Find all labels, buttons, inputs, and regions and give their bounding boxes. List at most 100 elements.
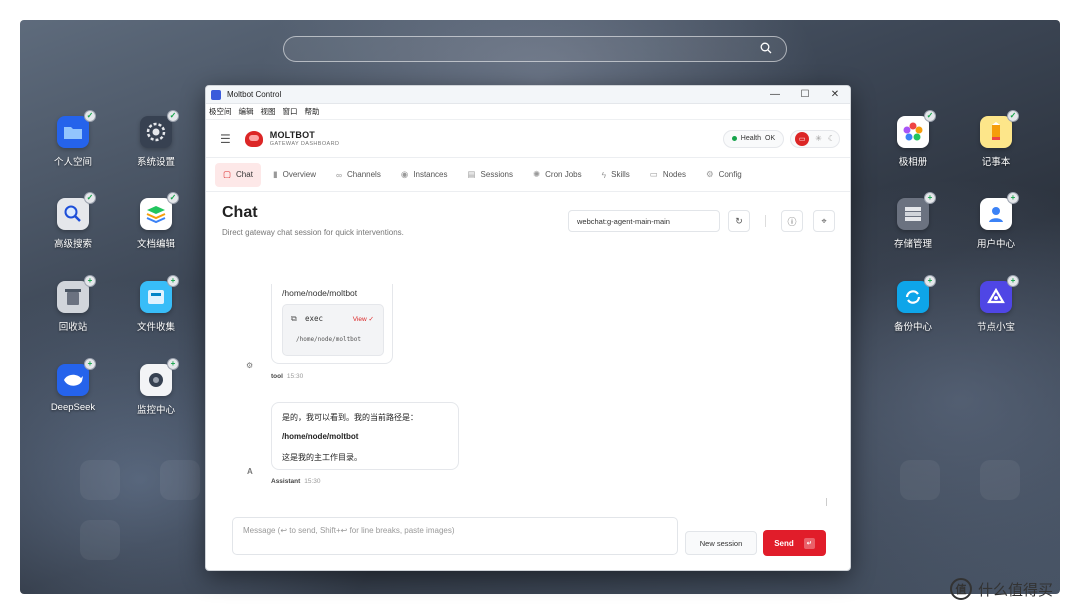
desktop-icon-node-helper[interactable]: + 节点小宝 <box>961 275 1031 333</box>
health-label: Health <box>740 135 761 142</box>
tab-sessions[interactable]: ▤ Sessions <box>460 163 522 187</box>
tab-nodes[interactable]: ▭ Nodes <box>642 163 694 187</box>
watermark-logo: 值 <box>950 578 972 600</box>
brand-subtitle: GATEWAY DASHBOARD <box>269 141 340 147</box>
exec-path: /home/node/moltbot <box>296 336 362 343</box>
message-time: 15:30 <box>286 373 304 380</box>
hamburger-menu-icon[interactable]: ☰ <box>220 132 231 146</box>
trash-icon: + <box>57 275 96 313</box>
desktop-search-bar[interactable] <box>283 36 787 62</box>
tab-instances[interactable]: ◉ Instances <box>393 163 456 187</box>
desktop-icon-deepseek[interactable]: + DeepSeek <box>38 358 108 413</box>
menu-item[interactable]: 窗口 <box>283 106 298 117</box>
desktop-icon-personal-space[interactable]: ✓ 个人空间 <box>38 110 108 168</box>
document-icon: ▤ <box>467 169 476 179</box>
moltbot-logo-icon <box>244 130 263 147</box>
assistant-message-bubble: 是的，我可以看到。我的当前路径是： /home/node/moltbot 这是我… <box>271 402 459 470</box>
desktop-icon-system-settings[interactable]: ✓ 系统设置 <box>121 110 191 168</box>
camera-icon: + <box>140 358 179 396</box>
tool-message-bubble: /home/node/moltbot ⧉ exec View ✓ /home/n… <box>271 284 393 364</box>
search-icon <box>760 42 772 54</box>
minimize-icon[interactable]: — <box>760 86 790 104</box>
exec-card[interactable]: ⧉ exec View ✓ /home/node/moltbot <box>282 304 384 356</box>
info-icon[interactable]: ⓘ <box>781 210 803 232</box>
exec-label: exec <box>305 314 324 323</box>
focus-icon[interactable]: ⌖ <box>813 210 835 232</box>
tab-label: Nodes <box>662 170 686 179</box>
menu-item[interactable]: 视图 <box>261 106 276 117</box>
session-key-input[interactable]: webchat:g-agent-main-main <box>568 210 720 232</box>
menu-item[interactable]: 帮助 <box>305 106 320 117</box>
assistant-text-line: 是的，我可以看到。我的当前路径是： <box>282 413 418 422</box>
icon-label: 系统设置 <box>136 157 175 168</box>
desktop-icon-monitor-center[interactable]: + 监控中心 <box>121 358 191 416</box>
app-icon <box>211 89 221 100</box>
desktop-icon-recycle-bin[interactable]: + 回收站 <box>38 275 108 333</box>
icon-label: 节点小宝 <box>976 322 1015 333</box>
health-status-pill: Health OK <box>722 129 785 148</box>
send-button[interactable]: Send ↵ <box>763 530 826 556</box>
icon-label: 极相册 <box>898 157 928 168</box>
sun-theme-icon[interactable]: ✳ <box>815 134 822 143</box>
message-time: 15:30 <box>304 478 321 485</box>
monitor-icon: ▭ <box>649 169 658 179</box>
view-link[interactable]: View ✓ <box>353 315 374 323</box>
inbox-icon: + <box>140 275 179 313</box>
new-session-button[interactable]: New session <box>685 531 757 555</box>
layers-icon: ✓ <box>140 192 179 230</box>
icon-label: 存储管理 <box>893 239 932 250</box>
icon-label: 高级搜索 <box>53 239 92 250</box>
monitor-theme-icon[interactable]: ▭ <box>795 131 810 146</box>
tab-skills[interactable]: ϟ Skills <box>594 163 638 187</box>
tab-label: Config <box>718 170 742 179</box>
tab-label: Skills <box>611 170 630 179</box>
desktop-icon-advanced-search[interactable]: ✓ 高级搜索 <box>38 192 108 250</box>
node-link-icon: + <box>980 275 1019 313</box>
tab-label: Sessions <box>480 170 514 179</box>
desktop-icon-user-center[interactable]: + 用户中心 <box>961 192 1031 250</box>
send-label: Send <box>774 538 794 548</box>
assistant-message-meta: Assistant 15:30 <box>271 478 321 485</box>
icon-label: 监控中心 <box>136 405 175 416</box>
tab-channels[interactable]: ∞ Channels <box>328 163 389 187</box>
close-icon[interactable]: ✕ <box>820 86 850 104</box>
menu-item[interactable]: 极空间 <box>209 106 232 117</box>
backup-sync-icon: + <box>897 275 936 313</box>
copy-icon: ⧉ <box>291 314 297 323</box>
page-header: Chat Direct gateway chat session for qui… <box>206 192 850 254</box>
icon-label: 文件收集 <box>136 322 175 333</box>
message-input[interactable]: Message (↩ to send, Shift+↩ for line bre… <box>232 517 678 555</box>
gear-icon: ⚙ <box>705 169 714 179</box>
tab-overview[interactable]: ▮ Overview <box>265 163 324 187</box>
watermark-text: 什么值得买 <box>978 581 1054 599</box>
assistant-text-line: 这是我的主工作目录。 <box>282 453 362 462</box>
moon-theme-icon[interactable]: ☾ <box>828 134 835 143</box>
health-dot-icon <box>731 136 737 141</box>
folder-icon: ✓ <box>57 110 96 148</box>
icon-label: 备份中心 <box>893 322 932 333</box>
desktop-icon-file-collection[interactable]: + 文件收集 <box>121 275 191 333</box>
scrollbar[interactable] <box>826 498 827 506</box>
tab-config[interactable]: ⚙ Config <box>698 163 750 187</box>
icon-label: 用户中心 <box>976 239 1015 250</box>
chat-thread[interactable]: /home/node/moltbot ⧉ exec View ✓ /home/n… <box>206 284 850 508</box>
link-icon: ∞ <box>335 169 343 180</box>
desktop-icon-backup-center[interactable]: + 备份中心 <box>878 275 948 333</box>
desktop-icon-notepad[interactable]: ✓ 记事本 <box>961 110 1031 168</box>
window-titlebar[interactable]: Moltbot Control — ☐ ✕ <box>206 86 850 104</box>
desktop-icon-photos[interactable]: ✓ 极相册 <box>878 110 948 168</box>
desktop-icon-storage-manager[interactable]: + 存储管理 <box>878 192 948 250</box>
maximize-icon[interactable]: ☐ <box>790 86 820 104</box>
enter-key-icon: ↵ <box>803 537 815 549</box>
refresh-icon[interactable]: ↻ <box>728 210 750 232</box>
tab-chat[interactable]: ▢ Chat <box>215 162 261 187</box>
desktop-icon-document-editor[interactable]: ✓ 文档编辑 <box>121 192 191 250</box>
divider <box>765 215 766 227</box>
tab-cron-jobs[interactable]: ✺ Cron Jobs <box>525 163 590 187</box>
menu-bar: 极空间 编辑 视图 窗口 帮助 <box>206 104 850 120</box>
assistant-path-line: /home/node/moltbot <box>282 432 359 441</box>
assistant-avatar: A <box>247 467 253 476</box>
menu-item[interactable]: 编辑 <box>239 106 254 117</box>
watermark: 值 什么值得买 <box>950 578 1053 600</box>
search-icon: ✓ <box>57 192 96 230</box>
